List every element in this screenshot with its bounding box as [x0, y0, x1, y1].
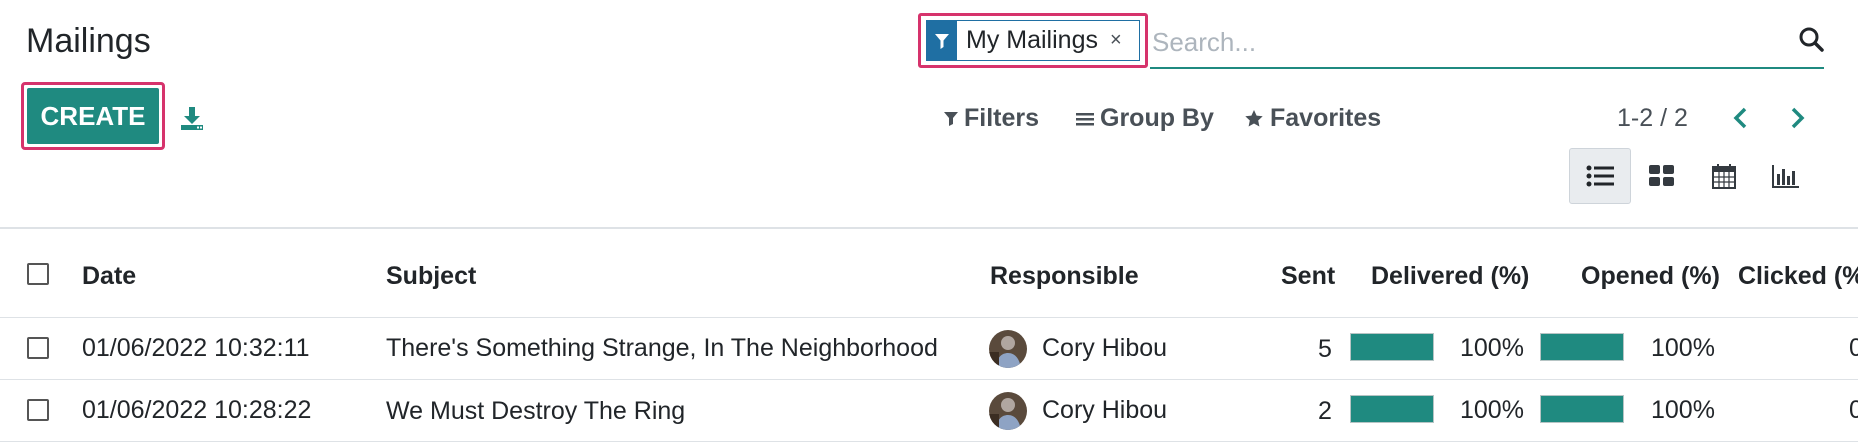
select-all-checkbox[interactable] [27, 263, 49, 285]
delivered-progress-bar [1350, 333, 1434, 361]
column-header-opened[interactable]: Opened (%) [1581, 262, 1720, 291]
column-header-date[interactable]: Date [82, 262, 136, 291]
opened-progress-fill [1541, 334, 1623, 360]
group-by-label: Group By [1100, 104, 1214, 132]
pager-value[interactable]: 1-2 / 2 [1617, 104, 1688, 133]
column-header-delivered[interactable]: Delivered (%) [1371, 262, 1529, 291]
close-icon[interactable]: × [1110, 29, 1122, 52]
filter-icon [927, 21, 957, 60]
row-checkbox[interactable] [27, 337, 49, 359]
bars-icon [1076, 112, 1094, 125]
table-header [0, 229, 1858, 318]
column-header-clicked[interactable]: Clicked (% [1738, 262, 1858, 291]
download-icon[interactable] [178, 104, 206, 132]
filter-icon [944, 111, 958, 126]
calendar-view-button[interactable] [1693, 148, 1755, 204]
cell-date: 01/06/2022 10:28:22 [82, 396, 312, 424]
filters-label: Filters [964, 104, 1040, 132]
search-facet[interactable]: My Mailings × [926, 20, 1140, 61]
page-title: Mailings [26, 22, 151, 60]
chevron-right-icon[interactable] [1783, 104, 1811, 132]
cell-delivered: 100% [1460, 334, 1524, 362]
list-view-button[interactable] [1569, 148, 1631, 204]
create-button[interactable]: CREATE [27, 88, 159, 144]
delivered-progress-bar [1350, 395, 1434, 423]
cell-date: 01/06/2022 10:32:11 [82, 334, 310, 362]
cell-subject: There's Something Strange, In The Neighb… [386, 334, 938, 362]
delivered-progress-fill [1351, 396, 1433, 422]
cell-clicked: 0 [1849, 396, 1858, 424]
chevron-left-icon[interactable] [1727, 104, 1755, 132]
cell-clicked: 0 [1849, 334, 1858, 362]
avatar [989, 392, 1027, 430]
column-header-responsible[interactable]: Responsible [990, 262, 1139, 291]
bar-chart-icon [1772, 165, 1799, 188]
search-icon[interactable] [1798, 26, 1824, 52]
avatar [989, 330, 1027, 368]
cell-subject: We Must Destroy The Ring [386, 397, 686, 425]
opened-progress-bar [1540, 395, 1624, 423]
cell-delivered: 100% [1460, 396, 1524, 424]
opened-progress-fill [1541, 396, 1623, 422]
cell-sent: 5 [1318, 335, 1332, 363]
view-switcher [1569, 148, 1817, 206]
cell-responsible: Cory Hibou [1042, 334, 1168, 362]
list-icon [1586, 165, 1614, 187]
search-facet-label: My Mailings [966, 26, 1098, 54]
graph-view-button[interactable] [1755, 148, 1817, 204]
delivered-progress-fill [1351, 334, 1433, 360]
cell-opened: 100% [1651, 334, 1715, 362]
favorites-label: Favorites [1270, 104, 1382, 132]
favorites-button[interactable]: Favorites [1244, 104, 1381, 133]
search-input[interactable] [1150, 22, 1794, 62]
filters-button[interactable]: Filters [944, 104, 1039, 133]
cell-responsible: Cory Hibou [1042, 396, 1168, 424]
search-underline [1150, 67, 1824, 69]
kanban-icon [1649, 165, 1674, 186]
opened-progress-bar [1540, 333, 1624, 361]
group-by-button[interactable]: Group By [1076, 104, 1214, 133]
column-header-subject[interactable]: Subject [386, 262, 476, 291]
star-icon [1245, 110, 1263, 127]
cell-opened: 100% [1651, 396, 1715, 424]
cell-sent: 2 [1318, 397, 1332, 425]
kanban-view-button[interactable] [1631, 148, 1693, 204]
row-checkbox[interactable] [27, 399, 49, 421]
column-header-sent[interactable]: Sent [1281, 262, 1335, 291]
calendar-icon [1712, 164, 1736, 189]
